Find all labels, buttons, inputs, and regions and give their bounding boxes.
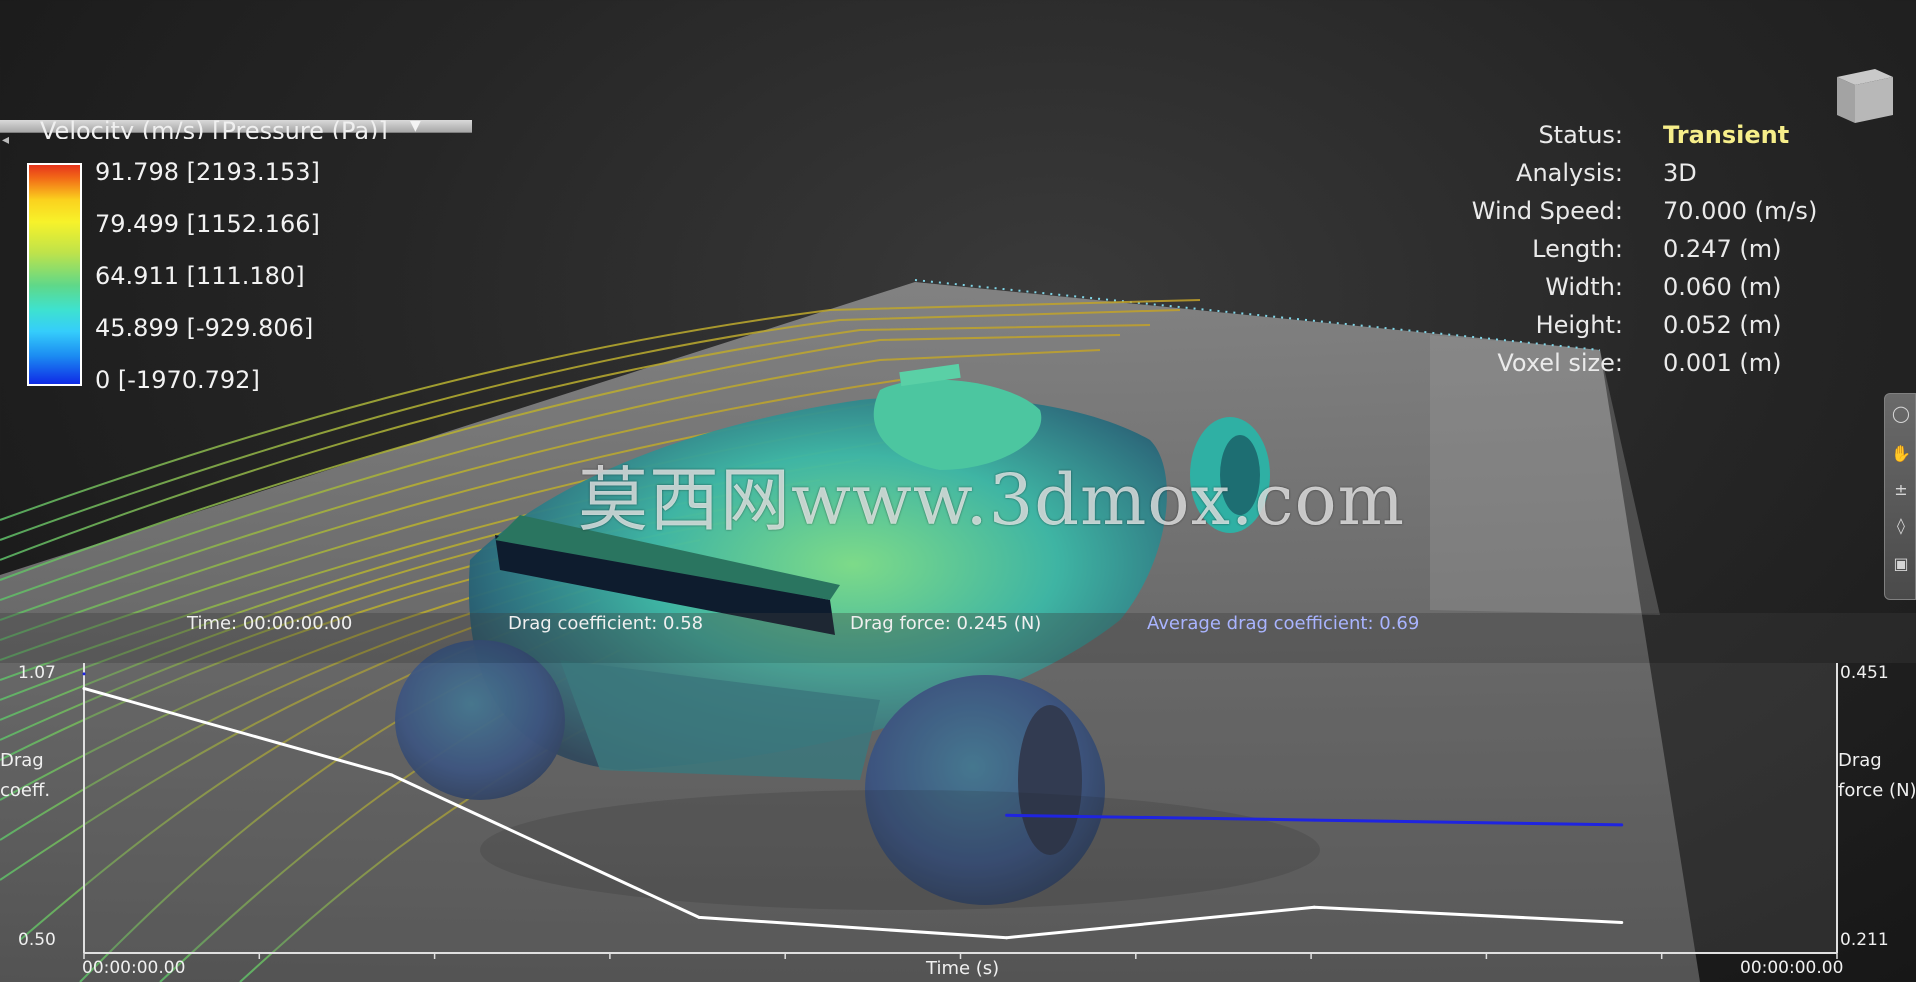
height-label: Height: <box>1535 311 1623 339</box>
legend-value-max: 91.798 [2193.153] <box>95 158 320 186</box>
velocity-colorbar <box>27 163 82 386</box>
average-drag-readout: Average drag coefficient: 0.69 <box>1147 613 1420 634</box>
height-value: 0.052 (m) <box>1663 311 1782 339</box>
wind-speed-label: Wind Speed: <box>1471 197 1623 225</box>
y-left-title-line2: coeff. <box>0 780 51 801</box>
view-cube-icon[interactable] <box>1831 65 1899 127</box>
analysis-label: Analysis: <box>1516 159 1623 187</box>
time-readout: Time: 00:00:00.00 <box>187 613 353 634</box>
fit-view-icon[interactable]: ◊ <box>1891 516 1911 536</box>
drag-coefficient-readout: Drag coefficient: 0.58 <box>508 613 704 634</box>
length-label: Length: <box>1532 235 1623 263</box>
zoom-icon[interactable]: ± <box>1891 480 1911 500</box>
y-right-title-line2: force (N) <box>1838 780 1916 801</box>
y-left-axis-title: Drag coeff. <box>0 746 80 806</box>
legend-value-min: 0 [-1970.792] <box>95 366 260 394</box>
orbit-icon[interactable]: ◯ <box>1891 404 1911 424</box>
width-value: 0.060 (m) <box>1663 273 1782 301</box>
y-right-axis-title: Drag force (N) <box>1838 746 1916 806</box>
y-right-min-label: 0.211 <box>1840 930 1889 950</box>
y-right-max-label: 0.451 <box>1840 663 1889 683</box>
legend-value-2: 79.499 [1152.166] <box>95 210 320 238</box>
y-left-min-label: 0.50 <box>18 930 56 950</box>
drag-force-readout: Drag force: 0.245 (N) <box>850 613 1042 634</box>
x-axis-title: Time (s) <box>926 958 1000 979</box>
tunnel-floor-right <box>1430 335 1660 615</box>
legend-value-4: 45.899 [-929.806] <box>95 314 314 342</box>
y-right-title-line1: Drag <box>1838 750 1882 771</box>
voxel-size-value: 0.001 (m) <box>1663 349 1782 377</box>
length-value: 0.247 (m) <box>1663 235 1782 263</box>
y-left-max-label: 1.07 <box>18 663 56 683</box>
pan-hand-icon[interactable]: ✋ <box>1891 444 1911 464</box>
legend-title: Velocity (m/s) [Pressure (Pa)] <box>40 119 388 139</box>
chevron-down-icon[interactable]: ▼ <box>410 118 421 134</box>
y-left-title-line1: Drag <box>0 750 44 771</box>
camera-icon[interactable]: ▣ <box>1891 554 1911 574</box>
x-start-label: 00:00:00.00 <box>82 958 186 978</box>
wind-speed-value: 70.000 (m/s) <box>1663 197 1818 225</box>
legend-value-3: 64.911 [111.180] <box>95 262 305 290</box>
voxel-size-label: Voxel size: <box>1497 349 1623 377</box>
pin-icon[interactable]: ◂ <box>2 132 9 148</box>
navigation-toolbar: ◯ ✋ ± ◊ ▣ <box>1884 393 1916 600</box>
status-value: Transient <box>1663 121 1790 149</box>
status-label: Status: <box>1538 121 1623 149</box>
width-label: Width: <box>1545 273 1623 301</box>
drag-plot-area[interactable] <box>84 663 1837 953</box>
x-end-label: 00:00:00.00 <box>1740 958 1844 978</box>
watermark: 莫西网www.3dmox.com <box>578 459 1406 541</box>
analysis-value: 3D <box>1663 159 1697 187</box>
